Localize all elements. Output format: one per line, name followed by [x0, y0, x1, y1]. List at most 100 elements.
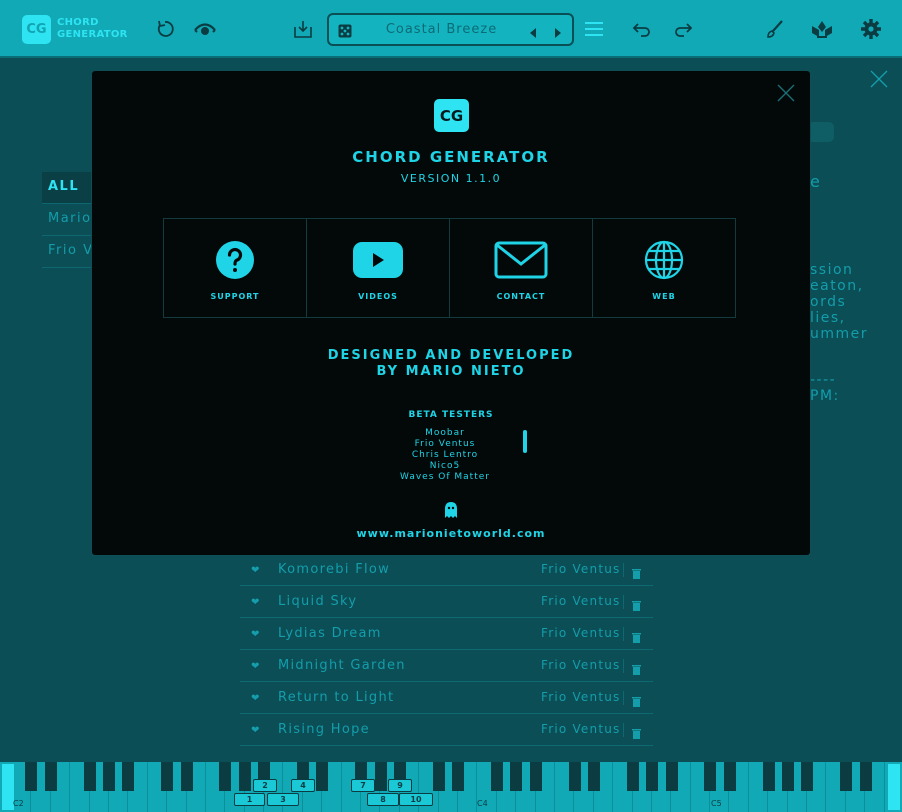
preset-row[interactable]: ❤ Midnight Garden Frio Ventus — [240, 650, 653, 682]
black-key[interactable] — [626, 762, 639, 791]
filter-all[interactable]: ALL — [42, 172, 94, 204]
beta-testers-heading: BETA TESTERS — [408, 410, 494, 420]
preset-author: Frio Ventus — [541, 722, 621, 736]
divider — [623, 627, 624, 641]
preset-author: Frio Ventus — [541, 658, 621, 672]
trash-icon[interactable] — [632, 724, 641, 743]
about-dialog: CG CHORD GENERATOR VERSION 1.1.0 SUPPORT… — [91, 70, 811, 556]
heart-icon[interactable]: ❤ — [251, 693, 259, 704]
ghost-icon — [444, 501, 458, 523]
preset-selector[interactable]: Coastal Breeze — [327, 13, 574, 46]
preset-title-fragment: e — [810, 174, 822, 190]
support-label: SUPPORT — [210, 292, 260, 301]
preset-author: Frio Ventus — [541, 626, 621, 640]
preset-row[interactable]: ❤ Komorebi Flow Frio Ventus — [240, 554, 653, 586]
black-key[interactable] — [588, 762, 600, 791]
about-logo: CG — [434, 99, 469, 132]
chord-marker: 9 — [388, 779, 412, 792]
chord-marker: 1 — [234, 793, 265, 806]
black-key[interactable] — [44, 762, 57, 791]
website-link[interactable]: www.marionietoworld.com — [92, 527, 810, 540]
arrow-left-icon[interactable] — [528, 24, 538, 43]
black-key[interactable] — [25, 762, 38, 791]
preset-row[interactable]: ❤ Lydias Dream Frio Ventus — [240, 618, 653, 650]
redo-icon[interactable] — [670, 16, 696, 42]
preset-author: Frio Ventus — [541, 690, 621, 704]
contact-link[interactable]: CONTACT — [449, 218, 593, 318]
black-key[interactable] — [219, 762, 232, 791]
preset-row[interactable]: ❤ Liquid Sky Frio Ventus — [240, 586, 653, 618]
eye-icon[interactable] — [192, 16, 218, 42]
trash-icon[interactable] — [632, 660, 641, 679]
save-icon[interactable] — [290, 16, 316, 42]
preset-name: Liquid Sky — [278, 594, 358, 609]
black-key[interactable] — [180, 762, 193, 791]
black-key[interactable] — [510, 762, 523, 791]
support-link[interactable]: SUPPORT — [163, 218, 307, 318]
black-key[interactable] — [646, 762, 659, 791]
close-icon[interactable] — [777, 84, 795, 106]
play-icon — [307, 240, 449, 280]
menu-icon[interactable] — [581, 16, 607, 42]
black-key[interactable] — [452, 762, 465, 791]
question-icon — [164, 240, 306, 280]
beta-list-scrollbar[interactable] — [523, 430, 527, 453]
trash-icon[interactable] — [632, 596, 641, 615]
preset-row[interactable]: ❤ Return to Light Frio Ventus — [240, 682, 653, 714]
mail-icon — [450, 240, 592, 280]
black-key[interactable] — [432, 762, 445, 791]
black-key[interactable] — [374, 762, 387, 791]
piano-scroll-right[interactable] — [888, 764, 900, 810]
black-key[interactable] — [704, 762, 717, 791]
black-key[interactable] — [859, 762, 872, 791]
chord-marker: 8 — [367, 793, 399, 806]
heart-icon[interactable]: ❤ — [251, 629, 259, 640]
white-keys[interactable] — [12, 762, 885, 812]
filter-frio[interactable]: Frio V — [42, 236, 94, 268]
black-key[interactable] — [122, 762, 135, 791]
divider — [623, 659, 624, 673]
heart-icon[interactable]: ❤ — [251, 661, 259, 672]
heart-icon[interactable]: ❤ — [251, 565, 259, 576]
black-key[interactable] — [840, 762, 853, 791]
black-key[interactable] — [316, 762, 329, 791]
black-key[interactable] — [801, 762, 814, 791]
black-key[interactable] — [491, 762, 503, 791]
app-logo[interactable]: CG — [22, 15, 51, 44]
gear-icon[interactable] — [858, 16, 884, 42]
panel-close-icon[interactable] — [870, 70, 888, 92]
trash-icon[interactable] — [632, 564, 641, 583]
brush-icon[interactable] — [762, 16, 788, 42]
lotus-icon[interactable] — [809, 16, 835, 42]
trash-icon[interactable] — [632, 628, 641, 647]
arrow-right-icon[interactable] — [553, 24, 563, 43]
black-key[interactable] — [665, 762, 678, 791]
black-key[interactable] — [529, 762, 542, 791]
black-key[interactable] — [103, 762, 115, 791]
preset-row[interactable]: ❤ Rising Hope Frio Ventus — [240, 714, 653, 746]
divider — [623, 563, 624, 577]
black-key[interactable] — [782, 762, 794, 791]
undo-icon[interactable] — [629, 16, 655, 42]
reset-icon[interactable] — [152, 16, 178, 42]
heart-icon[interactable]: ❤ — [251, 597, 259, 608]
preset-name: Midnight Garden — [278, 658, 406, 673]
about-version: VERSION 1.1.0 — [400, 172, 502, 185]
black-key[interactable] — [762, 762, 775, 791]
trash-icon[interactable] — [632, 692, 641, 711]
black-key[interactable] — [723, 762, 736, 791]
heart-icon[interactable]: ❤ — [251, 725, 259, 736]
beta-testers-list[interactable]: Moobar Frio Ventus Chris Lentro Nico5 Wa… — [375, 428, 515, 483]
filter-mario[interactable]: Mario — [42, 204, 94, 236]
web-link[interactable]: WEB — [592, 218, 736, 318]
chord-marker: 7 — [351, 779, 375, 792]
black-key[interactable] — [568, 762, 581, 791]
top-toolbar: CG CHORD GENERATOR Coastal Breeze — [0, 0, 902, 58]
black-key[interactable] — [83, 762, 96, 791]
preset-name: Lydias Dream — [278, 626, 382, 641]
beta-tester: Waves Of Matter — [400, 472, 490, 482]
piano-keyboard[interactable]: C2 C4 C5 1 2 3 4 7 8 9 10 — [0, 762, 902, 812]
videos-link[interactable]: VIDEOS — [306, 218, 450, 318]
black-key[interactable] — [161, 762, 174, 791]
black-key[interactable] — [238, 762, 251, 791]
